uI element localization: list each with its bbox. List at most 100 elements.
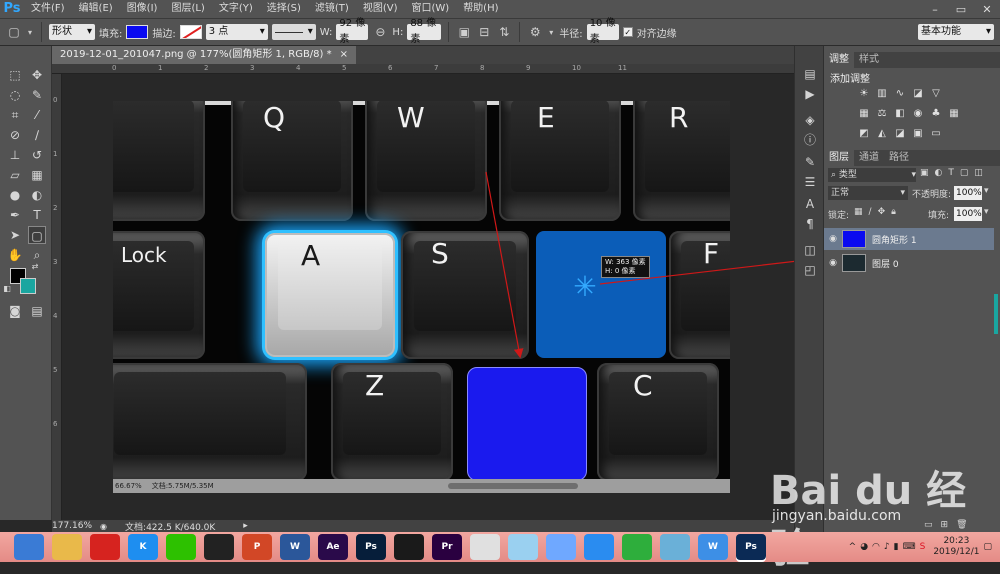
opacity-input[interactable]: 100% <box>954 186 982 200</box>
minimize-icon[interactable]: – <box>922 3 948 16</box>
brush-tool-icon[interactable]: ∕ <box>28 126 46 144</box>
exposure-icon[interactable]: ◪ <box>912 88 924 100</box>
powerpoint-icon[interactable]: P <box>242 534 272 560</box>
stamp-tool-icon[interactable]: ⊥ <box>6 146 24 164</box>
tab-adjustments[interactable]: 调整 <box>824 52 854 68</box>
chevron-down-icon[interactable]: ▾ <box>984 207 989 217</box>
clone-source-icon[interactable]: ◫ <box>802 242 818 258</box>
history-brush-icon[interactable]: ↺ <box>28 146 46 164</box>
photo-filter-icon[interactable]: ◉ <box>912 108 924 120</box>
crop-tool-icon[interactable]: ⌗ <box>6 106 24 124</box>
actions-panel-icon[interactable]: ▶ <box>802 86 818 102</box>
history-panel-icon[interactable]: ▤ <box>802 66 818 82</box>
layer-comps-icon[interactable]: ◰ <box>802 262 818 278</box>
tab-channels[interactable]: 通道 <box>854 150 884 166</box>
threshold-icon[interactable]: ◪ <box>894 128 906 140</box>
pixel-filter-icon[interactable]: ▣ <box>920 168 929 178</box>
eye-icon[interactable]: ◉ <box>824 258 842 268</box>
menu-image[interactable]: 图像(I) <box>120 0 165 18</box>
tool-presets-icon[interactable]: ☰ <box>802 174 818 190</box>
word-icon[interactable]: W <box>280 534 310 560</box>
lock-transparent-icon[interactable]: ▦ <box>854 207 863 217</box>
move-tool-icon[interactable]: ✥ <box>28 66 46 84</box>
quick-mask-icon[interactable]: ◙ <box>6 302 24 320</box>
close-tab-icon[interactable]: × <box>340 46 348 64</box>
stroke-none-swatch[interactable] <box>179 25 202 39</box>
vibrance-icon[interactable]: ▽ <box>930 88 942 100</box>
type-filter-icon[interactable]: T <box>948 168 954 178</box>
properties-panel-icon[interactable]: ◈ <box>802 112 818 128</box>
premiere-icon[interactable]: Pr <box>432 534 462 560</box>
healing-tool-icon[interactable]: ⊘ <box>6 126 24 144</box>
tray-qq-icon[interactable]: ◕ <box>860 542 868 552</box>
status-menu-arrow-icon[interactable]: ▸ <box>243 521 248 531</box>
swap-colors-icon[interactable]: ⇄ <box>30 262 40 272</box>
menu-file[interactable]: 文件(F) <box>24 0 72 18</box>
notification-icon[interactable]: ▢ <box>983 542 992 552</box>
width-input[interactable]: 92 像素 <box>336 18 369 45</box>
zoom-level[interactable]: 177.16% <box>52 521 92 531</box>
baidunetdisk-icon[interactable] <box>584 534 614 560</box>
info-icon[interactable]: ◉ <box>100 522 107 531</box>
path-arrange-icon[interactable]: ⇅ <box>496 25 512 39</box>
background-color-swatch[interactable] <box>20 278 36 294</box>
layer-filter-select[interactable]: ⌕ 类型 ▾ <box>828 168 916 182</box>
rounded-rect-tool-icon[interactable]: ▢ <box>28 226 46 244</box>
posterize-icon[interactable]: ◭ <box>876 128 888 140</box>
pen-tool-icon[interactable]: ✒ <box>6 206 24 224</box>
color-lookup-icon[interactable]: ▦ <box>948 108 960 120</box>
feishu-icon[interactable] <box>546 534 576 560</box>
chevron-down-icon[interactable]: ▾ <box>26 28 34 37</box>
aftereffects-icon[interactable]: Ae <box>318 534 348 560</box>
hand-tool-icon[interactable]: ✋ <box>6 246 24 264</box>
tray-keyboard-icon[interactable]: ⌨ <box>903 542 916 552</box>
photoshop-icon[interactable]: Ps <box>356 534 386 560</box>
document-tab[interactable]: 2019-12-01_201047.png @ 177%(圆角矩形 1, RGB… <box>52 46 357 64</box>
eraser-tool-icon[interactable]: ▱ <box>6 166 24 184</box>
kugou-icon[interactable]: K <box>128 534 158 560</box>
screen-mode-icon[interactable]: ▤ <box>28 302 46 320</box>
gradient-tool-icon[interactable]: ▦ <box>28 166 46 184</box>
smart-filter-icon[interactable]: ◫ <box>974 168 983 178</box>
marquee-tool-icon[interactable]: ⬚ <box>6 66 24 84</box>
lock-all-icon[interactable]: 🔒︎ <box>891 207 896 217</box>
menu-edit[interactable]: 编辑(E) <box>72 0 120 18</box>
align-edges-checkbox[interactable]: ✓ <box>622 27 633 37</box>
lock-pixels-icon[interactable]: ∕ <box>869 207 872 217</box>
stroke-width-select[interactable]: 3 点 ▾ <box>205 24 268 40</box>
video-icon[interactable] <box>394 534 424 560</box>
blend-mode-select[interactable]: 正常 ▾ <box>828 186 908 200</box>
tray-battery-icon[interactable]: ▮ <box>894 542 899 552</box>
character-panel-icon[interactable]: A <box>802 196 818 212</box>
trash-icon[interactable]: 🗑︎ <box>956 520 967 530</box>
chevron-down-icon[interactable]: ▾ <box>984 186 989 196</box>
rounded-rect-tool-icon[interactable]: ▢ <box>6 25 22 39</box>
tray-volume-icon[interactable]: ♪ <box>884 542 890 552</box>
tab-paths[interactable]: 路径 <box>884 150 914 166</box>
tray-up-arrow-icon[interactable]: ^ <box>849 542 857 552</box>
layer-row[interactable]: ◉ 图层 0 <box>824 252 994 274</box>
menu-select[interactable]: 选择(S) <box>260 0 308 18</box>
tray-wifi-icon[interactable]: ◠ <box>872 542 880 552</box>
quick-select-tool-icon[interactable]: ✎ <box>28 86 46 104</box>
height-input[interactable]: 88 像素 <box>407 18 442 45</box>
panel-scroll-indicator[interactable] <box>994 294 998 334</box>
workspace-select[interactable]: 基本功能 ▾ <box>918 24 994 40</box>
brush-panel-icon[interactable]: ✎ <box>802 154 818 170</box>
shape-mode-select[interactable]: 形状 ▾ <box>49 24 95 40</box>
info-panel-icon[interactable]: ⓘ <box>802 132 818 148</box>
tab-layers[interactable]: 图层 <box>824 150 854 166</box>
brightness-icon[interactable]: ☀ <box>858 88 870 100</box>
hue-icon[interactable]: ▦ <box>858 108 870 120</box>
gradient-map-icon[interactable]: ▭ <box>930 128 942 140</box>
bw-icon[interactable]: ◧ <box>894 108 906 120</box>
channel-mixer-icon[interactable]: ♣ <box>930 108 942 120</box>
fill-color-swatch[interactable] <box>126 25 149 39</box>
fill-input[interactable]: 100% <box>954 207 982 221</box>
layer-row-selected[interactable]: ◉ 圆角矩形 1 <box>824 228 994 250</box>
folder-icon[interactable] <box>52 534 82 560</box>
wechat-icon[interactable] <box>166 534 196 560</box>
selective-color-icon[interactable]: ▣ <box>912 128 924 140</box>
lasso-tool-icon[interactable]: ◌ <box>6 86 24 104</box>
levels-icon[interactable]: ▥ <box>876 88 888 100</box>
